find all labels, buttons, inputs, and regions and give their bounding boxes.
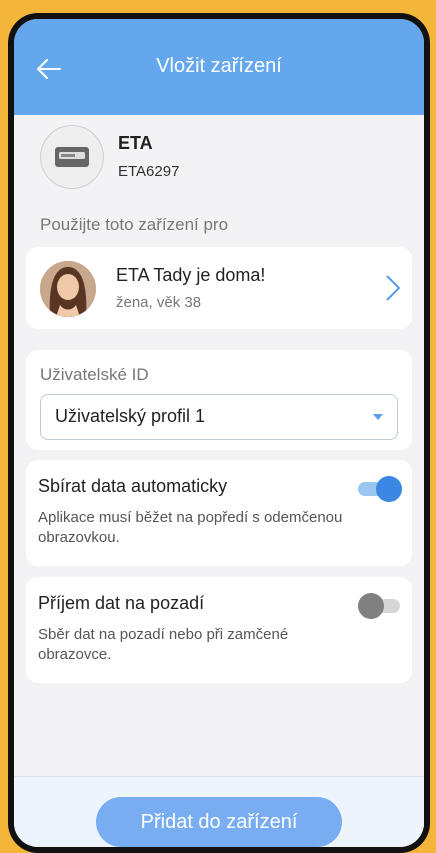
- app-bar: Vložit zařízení: [14, 19, 424, 115]
- user-name: ETA Tady je doma!: [116, 265, 266, 285]
- avatar: [40, 261, 96, 317]
- auto-collect-toggle[interactable]: [358, 476, 402, 502]
- chevron-down-icon: [373, 414, 383, 420]
- chevron-right-icon: [386, 275, 401, 301]
- background-receive-title: Příjem dat na pozadí: [38, 593, 205, 613]
- auto-collect-card: Sbírat data automaticky Aplikace musí bě…: [26, 460, 412, 566]
- user-id-card: Uživatelské ID Uživatelský profil 1: [26, 350, 412, 450]
- user-id-label: Uživatelské ID: [40, 365, 149, 384]
- phone-frame: Vložit zařízení ETA ETA6297 Použijte tot…: [8, 13, 430, 853]
- user-id-select[interactable]: Uživatelský profil 1: [40, 394, 398, 440]
- scale-device-icon: [40, 125, 104, 189]
- toggle-knob: [358, 593, 384, 619]
- user-meta: žena, věk 38: [116, 294, 202, 311]
- user-id-value: Uživatelský profil 1: [55, 406, 206, 426]
- usage-label: Použijte toto zařízení pro: [40, 215, 229, 234]
- device-id: ETA6297: [118, 163, 180, 180]
- auto-collect-desc: Aplikace musí běžet na popředí s odemčen…: [38, 509, 343, 546]
- footer: Přidat do zařízení: [14, 776, 424, 847]
- screen: Vložit zařízení ETA ETA6297 Použijte tot…: [14, 19, 424, 847]
- add-device-button[interactable]: Přidat do zařízení: [96, 797, 342, 847]
- background-receive-desc: Sběr dat na pozadí nebo při zamčené obra…: [38, 626, 289, 663]
- page-title: Vložit zařízení: [156, 55, 282, 77]
- device-name: ETA: [118, 133, 153, 153]
- background-receive-card: Příjem dat na pozadí Sběr dat na pozadí …: [26, 577, 412, 683]
- toggle-knob: [376, 476, 402, 502]
- background-receive-toggle[interactable]: [358, 593, 400, 619]
- auto-collect-title: Sbírat data automaticky: [38, 476, 228, 496]
- user-card[interactable]: ETA Tady je doma! žena, věk 38: [26, 247, 412, 329]
